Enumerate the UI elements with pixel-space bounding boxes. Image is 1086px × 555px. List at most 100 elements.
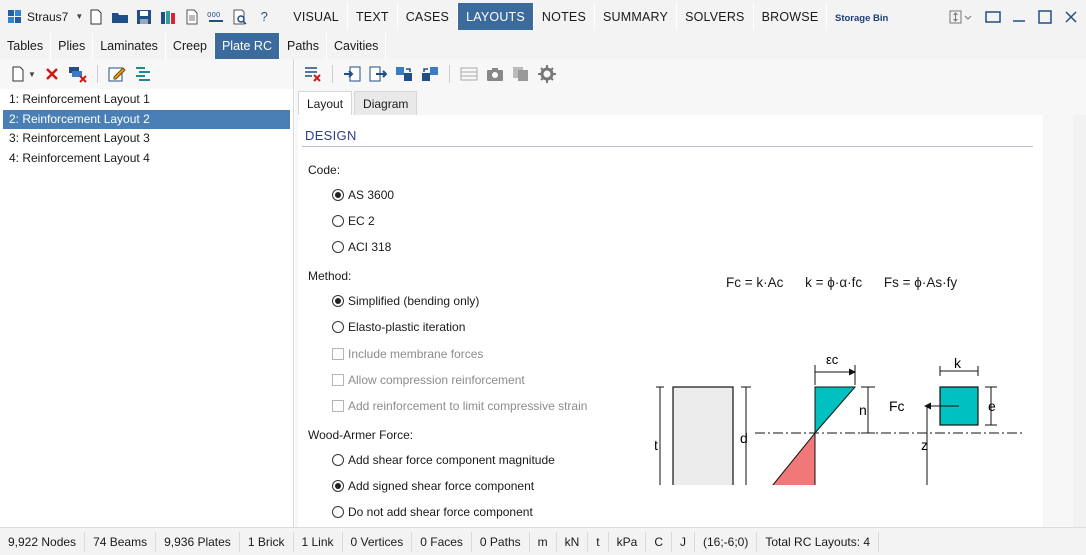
option-label: Elasto-plastic iteration bbox=[348, 320, 466, 335]
menu-tab-visual[interactable]: VISUAL bbox=[285, 3, 348, 30]
method-label: Method: bbox=[308, 269, 352, 283]
radio-option[interactable]: EC 2 bbox=[332, 214, 375, 228]
tab-plate-rc[interactable]: Plate RC bbox=[214, 33, 280, 59]
layout-list: 1: Reinforcement Layout 1 2: Reinforcemen… bbox=[0, 90, 293, 168]
checkbox-option: Include membrane forces bbox=[332, 347, 483, 361]
copy-to-icon[interactable] bbox=[394, 64, 414, 84]
export-icon[interactable] bbox=[368, 64, 388, 84]
option-label: Add signed shear force component bbox=[348, 479, 535, 494]
menu-tab-summary[interactable]: SUMMARY bbox=[595, 3, 678, 30]
app-menu[interactable]: Straus7 ▼ bbox=[8, 9, 84, 24]
chevron-down-icon[interactable]: ▼ bbox=[28, 70, 36, 79]
checkbox bbox=[332, 373, 344, 386]
chevron-down-icon: ▼ bbox=[75, 12, 84, 21]
tab-diagram[interactable]: Diagram bbox=[354, 91, 418, 115]
tab-creep[interactable]: Creep bbox=[166, 33, 215, 59]
radio-button[interactable] bbox=[332, 321, 344, 334]
copy-from-icon[interactable] bbox=[420, 64, 440, 84]
straus7-logo-icon bbox=[8, 9, 22, 24]
radio-option[interactable]: Elasto-plastic iteration bbox=[332, 320, 465, 334]
radio-option[interactable]: Simplified (bending only) bbox=[332, 294, 479, 308]
menu-tab-cases[interactable]: CASES bbox=[398, 3, 459, 30]
menu-tab-text[interactable]: TEXT bbox=[348, 3, 398, 30]
vertical-scrollbar[interactable] bbox=[1073, 115, 1086, 527]
toolbar-separator bbox=[332, 65, 333, 83]
menu-tab-notes[interactable]: NOTES bbox=[534, 3, 595, 30]
numbers-icon[interactable]: 000 bbox=[205, 6, 227, 28]
status-item: 9,922 Nodes bbox=[0, 531, 86, 552]
radio-button[interactable] bbox=[332, 506, 344, 519]
storage-bin-label[interactable]: Storage Bin bbox=[835, 13, 888, 24]
delete-multiple-icon[interactable] bbox=[68, 64, 88, 84]
radio-option[interactable]: Add shear force component magnitude bbox=[332, 453, 555, 467]
tab-laminates[interactable]: Laminates bbox=[93, 33, 166, 59]
radio-option[interactable]: Do not add shear force component bbox=[332, 505, 533, 519]
delete-icon[interactable] bbox=[42, 64, 62, 84]
radio-option[interactable]: AS 3600 bbox=[332, 188, 394, 202]
dim-ec-label: εc bbox=[826, 352, 839, 367]
library-icon[interactable] bbox=[157, 6, 179, 28]
tab-cavities[interactable]: Cavities bbox=[327, 33, 387, 59]
option-label: ACI 318 bbox=[348, 240, 392, 255]
stress-block-diagram: t d εc n k e Fc z bbox=[655, 352, 1023, 485]
tension-triangle bbox=[772, 431, 816, 485]
menu-tabs: VISUAL TEXT CASES LAYOUTS NOTES SUMMARY SOLVER… bbox=[285, 3, 828, 30]
open-folder-icon[interactable] bbox=[109, 6, 131, 28]
save-icon[interactable] bbox=[133, 6, 155, 28]
tab-layout[interactable]: Layout bbox=[298, 91, 353, 115]
radio-button[interactable] bbox=[332, 295, 344, 307]
table-icon bbox=[459, 64, 479, 84]
layout-tab-content: DESIGN Code: AS 3600 EC 2 ACI 318 Method: … bbox=[298, 115, 1043, 527]
status-item: (16;-6;0) bbox=[695, 531, 758, 552]
inner-tabs: Layout Diagram bbox=[298, 91, 418, 115]
status-item: 0 Vertices bbox=[343, 531, 413, 552]
radio-button[interactable] bbox=[332, 241, 344, 254]
list-item[interactable]: 3: Reinforcement Layout 3 bbox=[3, 129, 290, 149]
list-options-icon[interactable] bbox=[133, 64, 153, 84]
clear-icon[interactable] bbox=[303, 64, 323, 84]
menu-tab-solvers[interactable]: SOLVERS bbox=[677, 3, 754, 30]
left-toolbar: ▼ bbox=[0, 59, 293, 89]
force-fs-label: Fs bbox=[976, 483, 992, 485]
radio-button[interactable] bbox=[332, 480, 344, 493]
new-file-icon[interactable] bbox=[85, 6, 107, 28]
window-restore-icon[interactable] bbox=[982, 6, 1004, 28]
list-item[interactable]: 2: Reinforcement Layout 2 bbox=[3, 109, 290, 129]
option-label: Add shear force component magnitude bbox=[348, 453, 555, 467]
menu-tab-layouts[interactable]: LAYOUTS bbox=[458, 3, 534, 30]
edit-icon[interactable] bbox=[107, 64, 127, 84]
radio-button[interactable] bbox=[332, 189, 344, 201]
maximize-icon[interactable] bbox=[1034, 6, 1056, 28]
status-item: 1 Link bbox=[294, 531, 343, 552]
svg-text:000: 000 bbox=[207, 11, 220, 19]
force-fc-label: Fc bbox=[889, 398, 905, 414]
search-document-icon[interactable] bbox=[229, 6, 251, 28]
radio-option[interactable]: Add signed shear force component bbox=[332, 479, 534, 493]
list-item[interactable]: 4: Reinforcement Layout 4 bbox=[3, 149, 290, 169]
tab-paths[interactable]: Paths bbox=[280, 33, 327, 59]
radio-button[interactable] bbox=[332, 454, 344, 466]
camera-icon[interactable] bbox=[485, 64, 505, 84]
close-icon[interactable] bbox=[1060, 6, 1082, 28]
resize-icon[interactable] bbox=[948, 6, 974, 28]
list-item[interactable]: 1: Reinforcement Layout 1 bbox=[3, 90, 290, 110]
tab-plies[interactable]: Plies bbox=[51, 33, 94, 59]
radio-option[interactable]: ACI 318 bbox=[332, 240, 391, 254]
status-item: 1 Brick bbox=[240, 531, 294, 552]
tab-tables[interactable]: Tables bbox=[0, 33, 52, 59]
help-icon[interactable]: ? bbox=[253, 6, 275, 28]
import-icon[interactable] bbox=[342, 64, 362, 84]
status-item: t bbox=[588, 531, 609, 552]
dim-e-label: e bbox=[988, 398, 996, 414]
checkbox-option: Allow compression reinforcement bbox=[332, 373, 525, 387]
menu-tab-browse[interactable]: BROWSE bbox=[754, 3, 828, 30]
status-item: m bbox=[530, 531, 557, 552]
dim-k-label: k bbox=[954, 355, 962, 371]
document-icon[interactable] bbox=[181, 6, 203, 28]
radio-button[interactable] bbox=[332, 215, 344, 228]
status-item: J bbox=[672, 531, 695, 552]
minimize-icon[interactable] bbox=[1008, 6, 1030, 28]
gear-icon[interactable] bbox=[537, 64, 557, 84]
toolbar-separator bbox=[449, 65, 450, 83]
new-layout-icon[interactable] bbox=[8, 64, 28, 84]
